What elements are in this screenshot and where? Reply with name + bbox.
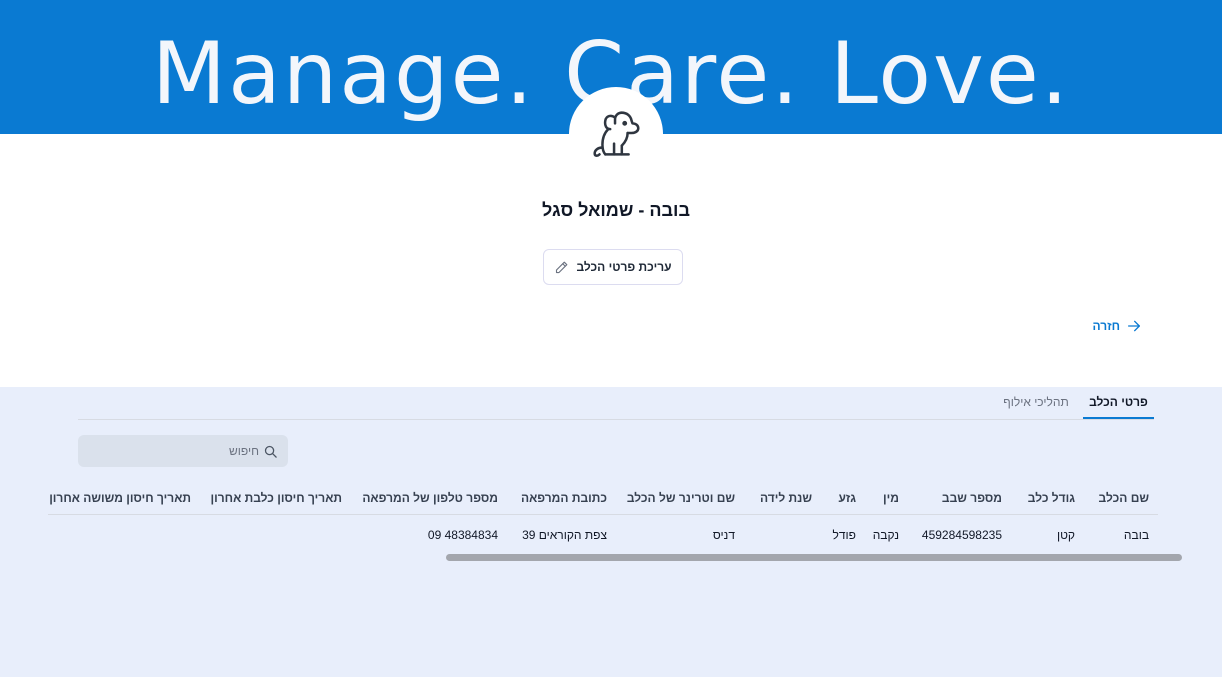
tab-dog-details[interactable]: פרטי הכלב: [1083, 395, 1154, 419]
tab-training-processes[interactable]: תהליכי אילוף: [998, 395, 1074, 419]
table-header-divider: [48, 514, 1158, 515]
dog-icon: [593, 111, 640, 157]
table-cell: נקבה: [872, 528, 899, 542]
column-header[interactable]: תאריך חיסון משושה אחרון: [49, 491, 191, 505]
column-header[interactable]: שנת לידה: [760, 491, 812, 505]
table-cell: קטן: [1056, 528, 1075, 542]
table-cell: 459284598235: [921, 528, 1002, 542]
column-header[interactable]: כתובת המרפאה: [521, 491, 607, 505]
table-cell: דניס: [712, 528, 735, 542]
search-icon: [264, 445, 277, 458]
edit-dog-button[interactable]: עריכת פרטי הכלב: [543, 249, 683, 285]
search-box: [78, 435, 288, 467]
dog-avatar: [569, 87, 663, 181]
column-header[interactable]: שם וטרינר של הכלב: [627, 491, 735, 505]
arrow-right-icon: [1128, 320, 1140, 332]
column-header[interactable]: גודל כלב: [1028, 491, 1075, 505]
column-header[interactable]: מספר שבב: [942, 491, 1002, 505]
column-header[interactable]: מספר טלפון של המרפאה: [362, 491, 498, 505]
details-section: [0, 387, 1222, 677]
pencil-icon: [556, 261, 568, 273]
column-header[interactable]: מין: [883, 491, 899, 505]
back-link[interactable]: חזרה: [1086, 316, 1142, 336]
table-cell: 09 48384834: [427, 528, 498, 542]
column-header[interactable]: שם הכלב: [1099, 491, 1149, 505]
table-cell: צפת הקוראים 39: [522, 528, 607, 542]
table-cell: בובה: [1123, 528, 1149, 542]
table-cell: פודל: [832, 528, 856, 542]
search-input[interactable]: [107, 444, 261, 458]
dog-title: בובה - שמואל סגל: [542, 200, 690, 220]
column-header[interactable]: תאריך חיסון כלבת אחרון: [211, 491, 342, 505]
edit-dog-label: עריכת פרטי הכלב: [576, 260, 672, 274]
tabs-divider: [78, 419, 1154, 420]
back-label: חזרה: [1092, 319, 1120, 333]
column-header[interactable]: גזע: [838, 491, 856, 505]
horizontal-scrollbar[interactable]: [446, 554, 1182, 561]
